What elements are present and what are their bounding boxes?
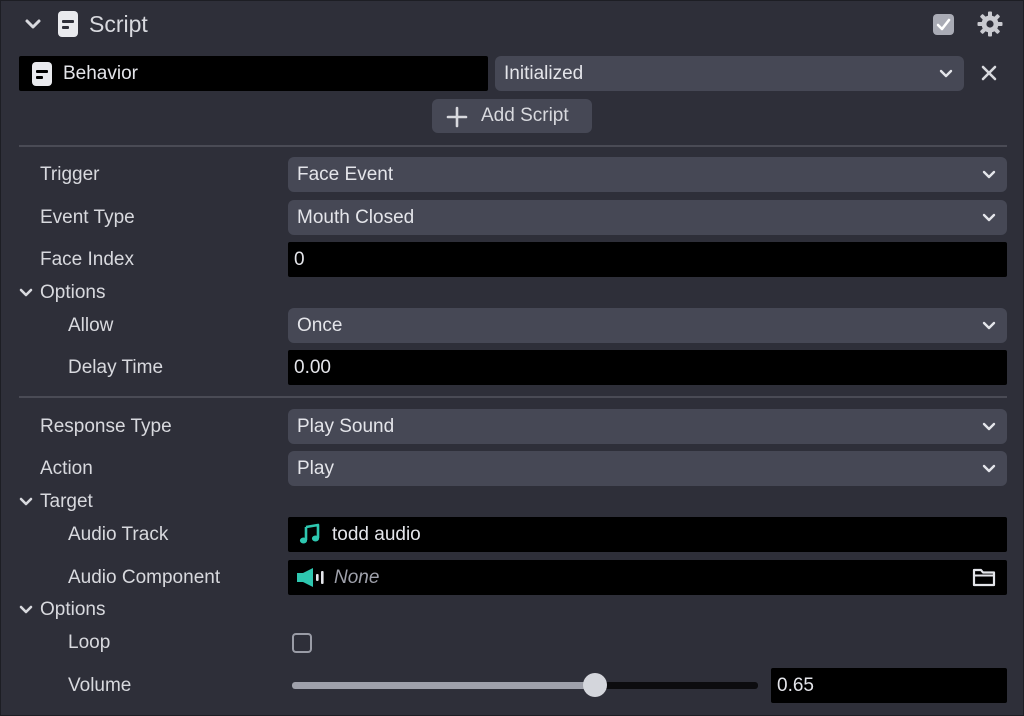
action-label: Action xyxy=(40,458,93,479)
chevron-down-icon[interactable] xyxy=(17,601,35,619)
music-note-icon xyxy=(299,523,320,544)
response-type-dropdown[interactable]: Play Sound xyxy=(288,409,1007,444)
close-icon[interactable] xyxy=(979,63,999,83)
chevron-down-icon xyxy=(982,321,996,330)
dropdown-value: Face Event xyxy=(297,164,394,185)
script-inspector-panel: Script Behavior Initialized Add Script T… xyxy=(0,0,1024,716)
options-group-label[interactable]: Options xyxy=(40,597,105,623)
chevron-down-icon xyxy=(982,422,996,431)
trigger-label: Trigger xyxy=(40,164,100,185)
input-value: 0.65 xyxy=(777,675,814,696)
allow-dropdown[interactable]: Once xyxy=(288,308,1007,343)
add-script-label: Add Script xyxy=(481,105,569,126)
checkmark-icon xyxy=(936,18,951,31)
volume-slider-track[interactable] xyxy=(292,682,758,689)
dropdown-value: Initialized xyxy=(504,63,584,84)
chevron-down-icon[interactable] xyxy=(17,493,35,511)
action-dropdown[interactable]: Play xyxy=(288,451,1007,486)
response-type-label: Response Type xyxy=(40,416,172,437)
add-script-button[interactable]: Add Script xyxy=(432,99,592,133)
dropdown-value: Mouth Closed xyxy=(297,207,415,228)
enabled-checkbox[interactable] xyxy=(933,14,954,35)
input-value: 0.00 xyxy=(294,357,331,378)
script-file-icon xyxy=(58,11,78,37)
delay-time-label: Delay Time xyxy=(68,357,164,378)
chevron-down-icon xyxy=(982,170,996,179)
chevron-down-icon xyxy=(982,213,996,222)
chevron-down-icon[interactable] xyxy=(17,284,35,302)
volume-label: Volume xyxy=(68,675,132,696)
component-title: Script xyxy=(89,11,148,37)
folder-icon[interactable] xyxy=(972,567,996,587)
chevron-down-icon xyxy=(982,464,996,473)
delay-time-input[interactable]: 0.00 xyxy=(288,350,1007,385)
script-asset-name: Behavior xyxy=(63,63,138,84)
audio-component-field[interactable]: None xyxy=(288,560,1007,595)
audio-track-value: todd audio xyxy=(332,524,421,545)
audio-component-value: None xyxy=(334,567,380,588)
face-index-input[interactable]: 0 xyxy=(288,242,1007,277)
face-index-label: Face Index xyxy=(40,249,134,270)
dropdown-value: Play Sound xyxy=(297,416,395,437)
input-value: 0 xyxy=(294,249,305,270)
allow-label: Allow xyxy=(68,315,114,336)
speaker-icon xyxy=(297,568,324,587)
audio-track-label: Audio Track xyxy=(68,524,169,545)
target-group-label[interactable]: Target xyxy=(40,489,93,515)
script-file-icon xyxy=(32,62,52,86)
section-divider xyxy=(19,396,1007,398)
chevron-down-icon xyxy=(939,69,953,78)
event-type-dropdown[interactable]: Mouth Closed xyxy=(288,200,1007,235)
loop-checkbox[interactable] xyxy=(292,633,312,653)
collapse-chevron-icon[interactable] xyxy=(23,13,43,35)
audio-track-field[interactable]: todd audio xyxy=(288,517,1007,552)
volume-slider-handle[interactable] xyxy=(582,673,607,697)
volume-slider-fill xyxy=(292,682,595,689)
volume-input[interactable]: 0.65 xyxy=(771,668,1007,703)
event-type-label: Event Type xyxy=(40,207,135,228)
dropdown-value: Once xyxy=(297,315,343,336)
trigger-dropdown[interactable]: Face Event xyxy=(288,157,1007,192)
dropdown-value: Play xyxy=(297,458,334,479)
gear-icon[interactable] xyxy=(977,11,1003,37)
audio-component-label: Audio Component xyxy=(68,567,221,588)
section-divider xyxy=(19,145,1007,147)
plus-icon xyxy=(446,106,468,128)
script-state-dropdown[interactable]: Initialized xyxy=(495,56,964,91)
loop-label: Loop xyxy=(68,632,111,653)
options-group-label[interactable]: Options xyxy=(40,280,105,306)
